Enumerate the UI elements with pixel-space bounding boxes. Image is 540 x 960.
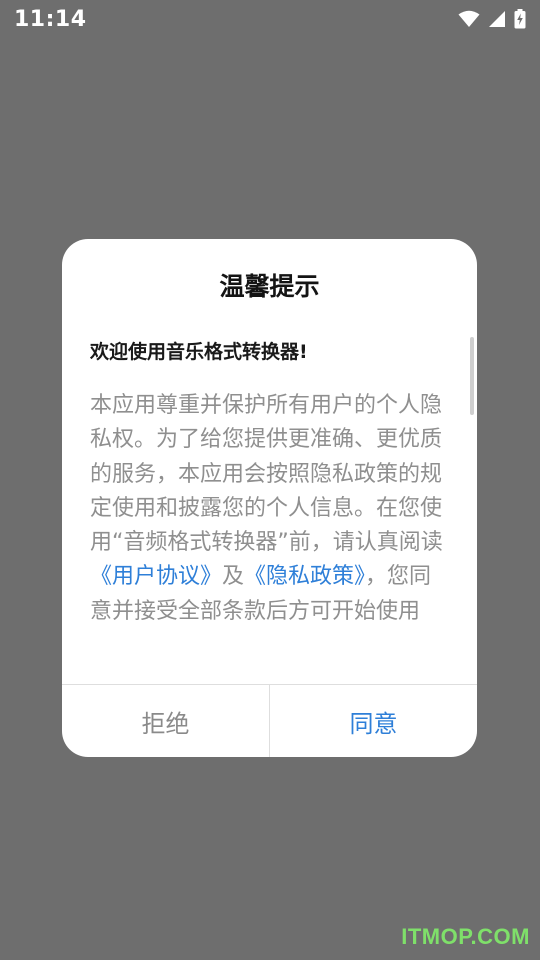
dialog-title: 温馨提示 [219, 272, 320, 301]
status-bar: 11:14 [0, 0, 540, 38]
content-scrollbar[interactable] [470, 337, 474, 415]
privacy-policy-link[interactable]: 《隐私政策》 [244, 564, 365, 589]
welcome-text: 欢迎使用音乐格式转换器! [90, 341, 308, 363]
body-text-and: 及 [222, 564, 245, 590]
battery-charging-icon [514, 9, 526, 29]
body-text-part1: 本应用尊重并保护所有用户的个人隐私权。为了给您提供更准确、更优质的服务，本应用会… [90, 393, 443, 556]
privacy-body-text: 本应用尊重并保护所有用户的个人隐私权。为了给您提供更准确、更优质的服务，本应用会… [90, 389, 446, 629]
signal-icon [488, 10, 506, 28]
watermark: ITMOP.COM [401, 924, 530, 949]
agree-button[interactable]: 同意 [270, 685, 477, 757]
user-agreement-link[interactable]: 《用户协议》 [90, 564, 222, 589]
screen: 11:14 温馨提示 欢迎使用音乐格式转换器! 本应用尊重并保护所有用户的个人隐… [0, 0, 540, 960]
reject-button[interactable]: 拒绝 [62, 685, 269, 757]
wifi-icon [458, 10, 480, 28]
privacy-dialog: 温馨提示 欢迎使用音乐格式转换器! 本应用尊重并保护所有用户的个人隐私权。为了给… [62, 239, 477, 757]
status-time: 11:14 [14, 6, 87, 32]
status-icons [458, 9, 526, 29]
dialog-content[interactable]: 欢迎使用音乐格式转换器! 本应用尊重并保护所有用户的个人隐私权。为了给您提供更准… [90, 335, 446, 665]
